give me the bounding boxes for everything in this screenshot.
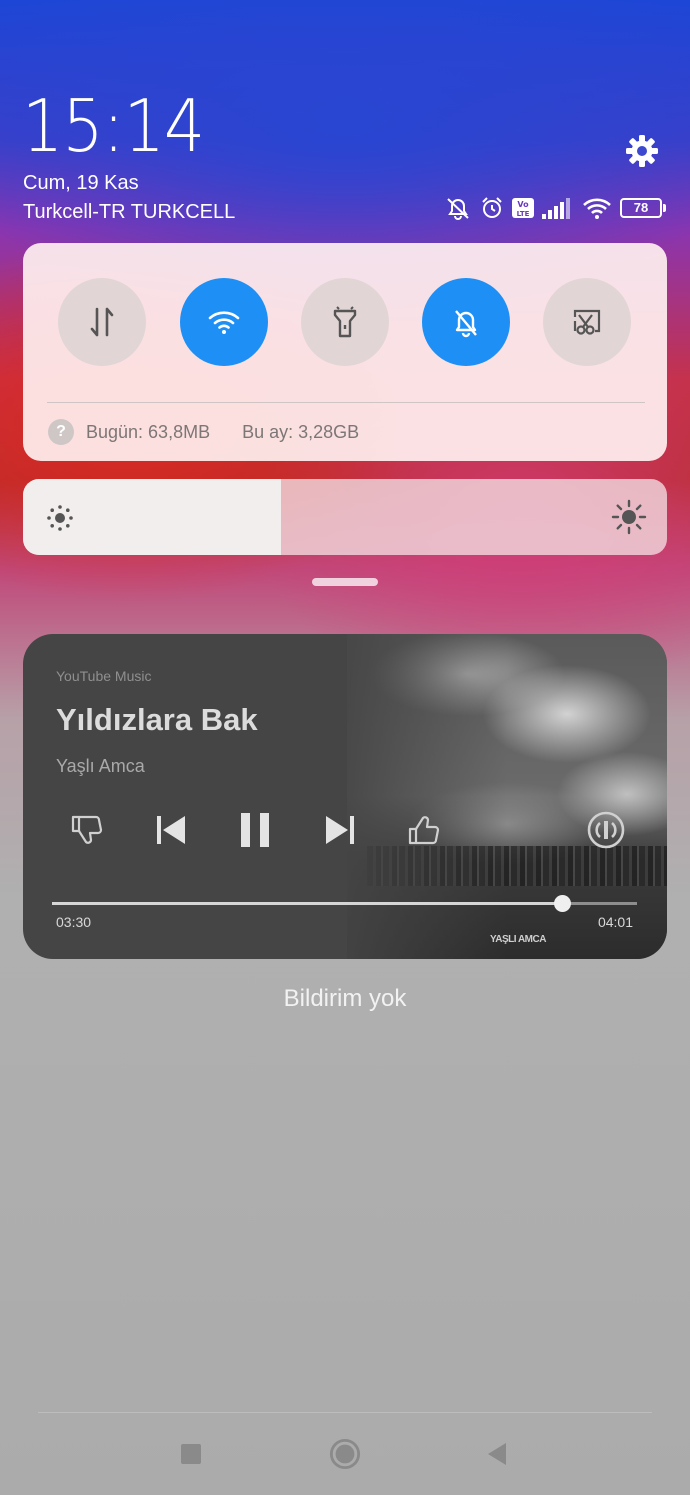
next-button[interactable] [318, 808, 362, 852]
brightness-slider[interactable] [23, 479, 667, 555]
quick-settings-panel: ? Bugün: 63,8MB Bu ay: 3,28GB [23, 243, 667, 461]
flashlight-toggle[interactable] [301, 278, 389, 366]
mobile-data-toggle[interactable] [58, 278, 146, 366]
current-time: 03:30 [56, 914, 92, 930]
home-button[interactable] [329, 1438, 361, 1470]
svg-text:LTE: LTE [517, 210, 530, 218]
carrier-name: Turkcell-TR TURKCELL [23, 201, 236, 223]
divider [47, 402, 645, 403]
album-art-logo: YAŞLI AMCA [490, 934, 546, 945]
brightness-low-icon [47, 505, 73, 531]
settings-gear-icon[interactable] [624, 133, 660, 169]
previous-icon [157, 816, 185, 844]
nav-divider [38, 1412, 652, 1413]
pause-button[interactable] [233, 808, 277, 852]
bell-off-icon [455, 310, 477, 338]
like-button[interactable] [402, 808, 446, 852]
panel-drag-handle[interactable] [312, 578, 378, 586]
silent-toggle[interactable] [422, 278, 510, 366]
media-player-card[interactable]: YouTube Music Yıldızlara Bak Yaşlı Amca [23, 634, 667, 959]
data-usage-today: Bugün: 63,8MB [86, 421, 211, 442]
back-triangle-icon [488, 1443, 506, 1465]
media-app-name: YouTube Music [56, 668, 152, 684]
data-usage-row[interactable]: ? Bugün: 63,8MB Bu ay: 3,28GB [48, 419, 359, 445]
artist-name: Yaşlı Amca [56, 756, 145, 776]
pause-icon [241, 813, 269, 847]
cast-icon [587, 811, 625, 849]
wifi-status-icon [583, 198, 611, 219]
progress-fill [52, 902, 562, 905]
wifi-icon [208, 311, 240, 334]
square-icon [181, 1444, 201, 1464]
dislike-icon [71, 815, 103, 844]
cast-button[interactable] [584, 808, 628, 852]
recents-button[interactable] [175, 1438, 207, 1470]
back-button[interactable] [481, 1438, 513, 1470]
song-title: Yıldızlara Bak [56, 702, 258, 737]
data-arrows-icon [90, 307, 114, 337]
svg-text:Vo: Vo [517, 200, 529, 209]
help-icon: ? [48, 419, 74, 445]
total-time: 04:01 [597, 914, 633, 930]
brightness-high-icon [611, 499, 647, 535]
album-art-fade [327, 634, 507, 959]
clock: 15:14 [22, 84, 205, 168]
wifi-toggle[interactable] [180, 278, 268, 366]
volte-icon: Vo LTE [512, 198, 534, 218]
alarm-icon [482, 197, 502, 218]
home-circle-icon [329, 1438, 361, 1470]
date: Cum, 19 Kas [23, 172, 139, 194]
signal-icon [542, 198, 570, 219]
flashlight-icon [333, 306, 357, 338]
progress-thumb[interactable] [553, 895, 571, 912]
screenshot-scissors-icon [573, 309, 601, 335]
like-icon [408, 816, 440, 845]
status-bar-icons: Vo LTE 78 [444, 194, 666, 222]
progress-bar[interactable] [52, 895, 637, 912]
no-notifications-label: Bildirim yok [283, 985, 407, 1012]
mute-icon [447, 198, 469, 220]
data-usage-month: Bu ay: 3,28GB [242, 421, 360, 442]
previous-button[interactable] [149, 808, 193, 852]
next-icon [326, 816, 354, 844]
battery-icon: 78 [620, 198, 666, 218]
screenshot-toggle[interactable] [543, 278, 631, 366]
dislike-button[interactable] [65, 808, 109, 852]
